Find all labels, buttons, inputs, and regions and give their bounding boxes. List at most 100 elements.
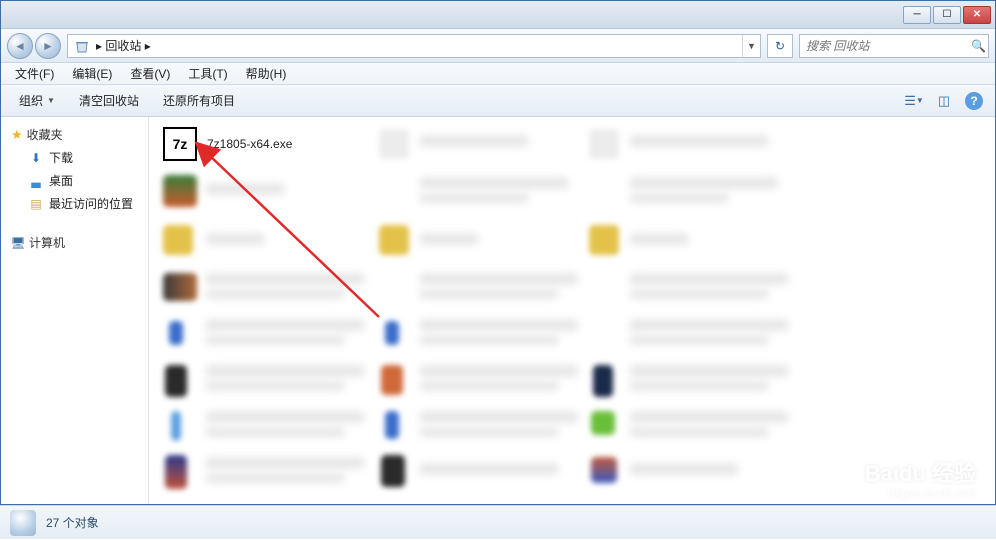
restore-all-button[interactable]: 还原所有项目 bbox=[153, 88, 245, 113]
blurred-item bbox=[629, 335, 769, 345]
blurred-item bbox=[165, 455, 187, 489]
download-icon: ⬇ bbox=[29, 151, 43, 165]
chevron-down-icon: ▼ bbox=[47, 96, 55, 105]
organize-button[interactable]: 组织▼ bbox=[9, 88, 65, 113]
blurred-item bbox=[169, 321, 183, 345]
blurred-item bbox=[591, 411, 615, 435]
explorer-window: ─ ☐ ✕ ◄ ► ▸ 回收站 ▸ ▼ ↻ 🔍 文件(F) 编辑(E) 查看(V… bbox=[0, 0, 996, 505]
blurred-item bbox=[205, 319, 365, 331]
status-count: 27 个对象 bbox=[46, 514, 99, 531]
view-options-button[interactable]: ☰ ▼ bbox=[901, 90, 927, 112]
recycle-bin-large-icon bbox=[10, 510, 36, 536]
blurred-item bbox=[205, 183, 285, 195]
search-input[interactable] bbox=[800, 39, 969, 53]
blurred-item bbox=[163, 273, 197, 301]
breadcrumb-sep-2: ▸ bbox=[145, 39, 151, 53]
blurred-item bbox=[589, 225, 619, 255]
forward-button[interactable]: ► bbox=[35, 33, 61, 59]
blurred-item bbox=[629, 135, 769, 147]
blurred-item bbox=[381, 365, 403, 395]
blurred-item bbox=[205, 289, 345, 299]
menu-tools[interactable]: 工具(T) bbox=[180, 63, 235, 84]
desktop-icon: ▃ bbox=[29, 174, 43, 188]
blurred-item bbox=[379, 225, 409, 255]
recent-icon: ▤ bbox=[29, 197, 43, 211]
menu-view[interactable]: 查看(V) bbox=[122, 63, 178, 84]
blurred-item bbox=[419, 365, 579, 377]
close-button[interactable]: ✕ bbox=[963, 6, 991, 24]
sidebar: ★ 收藏夹 ⬇ 下载 ▃ 桌面 ▤ 最近访问的位置 🖥 计算机 bbox=[1, 117, 149, 504]
blurred-item bbox=[629, 177, 779, 189]
blurred-item bbox=[205, 473, 345, 483]
address-dropdown[interactable]: ▼ bbox=[742, 35, 760, 57]
blurred-item bbox=[629, 381, 769, 391]
sidebar-item-recent[interactable]: ▤ 最近访问的位置 bbox=[5, 192, 144, 215]
nav-bar: ◄ ► ▸ 回收站 ▸ ▼ ↻ 🔍 bbox=[1, 29, 995, 63]
blurred-item bbox=[419, 427, 559, 437]
help-icon: ? bbox=[965, 92, 983, 110]
body-area: ★ 收藏夹 ⬇ 下载 ▃ 桌面 ▤ 最近访问的位置 🖥 计算机 bbox=[1, 117, 995, 504]
blurred-item bbox=[629, 411, 789, 423]
blurred-item bbox=[419, 289, 559, 299]
blurred-item bbox=[419, 381, 559, 391]
blurred-item bbox=[205, 411, 365, 423]
preview-pane-button[interactable]: ◫ bbox=[931, 90, 957, 112]
blurred-item bbox=[205, 381, 345, 391]
menu-edit[interactable]: 编辑(E) bbox=[64, 63, 120, 84]
minimize-button[interactable]: ─ bbox=[903, 6, 931, 24]
breadcrumb-sep: ▸ bbox=[96, 39, 102, 53]
blurred-item bbox=[205, 233, 265, 245]
blurred-item bbox=[629, 289, 769, 299]
sidebar-computer-header[interactable]: 🖥 计算机 bbox=[5, 231, 144, 254]
blurred-item bbox=[629, 233, 689, 245]
file-item-7z[interactable]: 7z 7z1805-x64.exe bbox=[163, 127, 292, 161]
blurred-item bbox=[419, 233, 479, 245]
blurred-item bbox=[591, 457, 617, 483]
blurred-item bbox=[593, 365, 613, 397]
blurred-item bbox=[385, 411, 399, 439]
blurred-item bbox=[385, 321, 399, 345]
blurred-item bbox=[205, 273, 365, 285]
blurred-item bbox=[171, 411, 181, 441]
blurred-item bbox=[629, 193, 729, 203]
sidebar-favorites-header[interactable]: ★ 收藏夹 bbox=[5, 123, 144, 146]
blurred-item bbox=[205, 427, 345, 437]
titlebar: ─ ☐ ✕ bbox=[1, 1, 995, 29]
search-box[interactable]: 🔍 bbox=[799, 34, 989, 58]
sidebar-item-downloads[interactable]: ⬇ 下载 bbox=[5, 146, 144, 169]
blurred-item bbox=[419, 411, 579, 423]
sidebar-item-desktop[interactable]: ▃ 桌面 bbox=[5, 169, 144, 192]
toolbar: 组织▼ 清空回收站 还原所有项目 ☰ ▼ ◫ ? bbox=[1, 85, 995, 117]
star-icon: ★ bbox=[11, 127, 23, 143]
blurred-item bbox=[589, 129, 619, 159]
annotation-arrow bbox=[149, 117, 989, 504]
empty-recycle-bin-button[interactable]: 清空回收站 bbox=[69, 88, 149, 113]
blurred-item bbox=[205, 365, 365, 377]
content-pane[interactable]: 7z 7z1805-x64.exe bbox=[149, 117, 995, 504]
menubar: 文件(F) 编辑(E) 查看(V) 工具(T) 帮助(H) bbox=[1, 63, 995, 85]
blurred-item bbox=[163, 225, 193, 255]
blurred-item bbox=[629, 273, 789, 285]
menu-file[interactable]: 文件(F) bbox=[7, 63, 62, 84]
help-button[interactable]: ? bbox=[961, 90, 987, 112]
blurred-item bbox=[165, 365, 187, 397]
breadcrumb-location: 回收站 bbox=[105, 39, 141, 53]
maximize-button[interactable]: ☐ bbox=[933, 6, 961, 24]
status-bar: 27 个对象 bbox=[0, 505, 996, 539]
blurred-item bbox=[629, 463, 739, 475]
blurred-item bbox=[163, 175, 197, 207]
blurred-item bbox=[379, 129, 409, 159]
blurred-item bbox=[419, 335, 559, 345]
blurred-item bbox=[381, 455, 405, 487]
blurred-item bbox=[629, 319, 789, 331]
back-button[interactable]: ◄ bbox=[7, 33, 33, 59]
blurred-item bbox=[419, 319, 579, 331]
blurred-item bbox=[629, 365, 789, 377]
blurred-item bbox=[419, 273, 579, 285]
address-bar[interactable]: ▸ 回收站 ▸ ▼ bbox=[67, 34, 761, 58]
recycle-bin-icon bbox=[72, 36, 92, 56]
blurred-item bbox=[419, 135, 529, 147]
refresh-button[interactable]: ↻ bbox=[767, 34, 793, 58]
menu-help[interactable]: 帮助(H) bbox=[238, 63, 295, 84]
blurred-item bbox=[629, 427, 769, 437]
